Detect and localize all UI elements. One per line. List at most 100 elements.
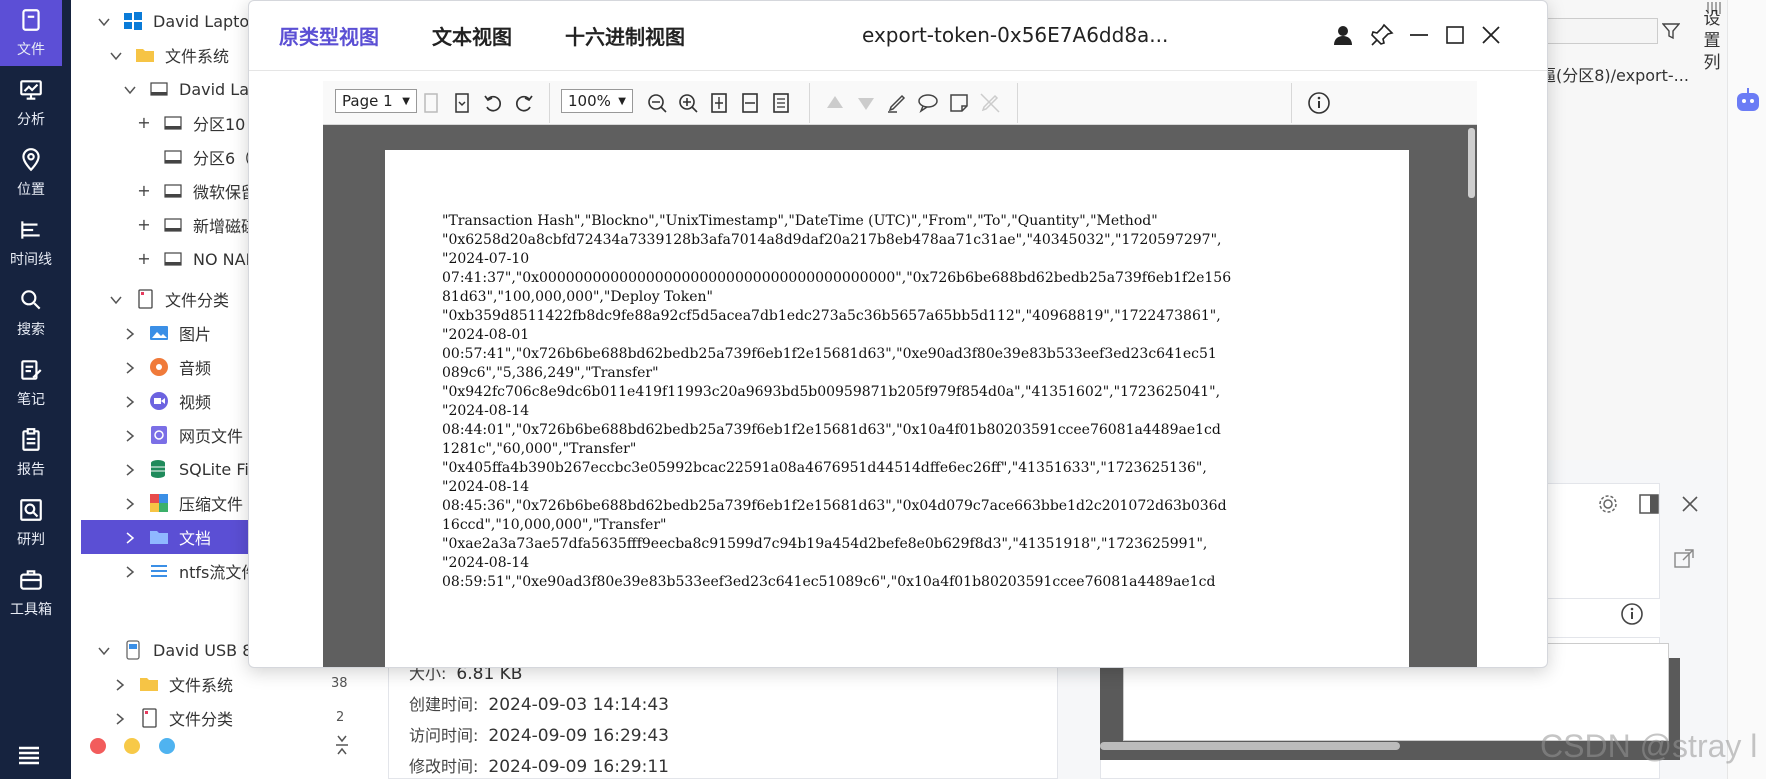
gear-icon[interactable] xyxy=(1597,493,1619,515)
chevron-right-icon[interactable] xyxy=(123,428,137,442)
zoom-select-value: 100% xyxy=(568,92,611,110)
chevron-right-icon[interactable] xyxy=(123,394,137,408)
chevron-right-icon[interactable] xyxy=(123,530,137,544)
filter-icon[interactable] xyxy=(1662,22,1680,40)
rail-label: 笔记 xyxy=(17,392,45,408)
disk-icon xyxy=(163,113,183,133)
preview-hscroll[interactable] xyxy=(1100,742,1400,750)
file-path-cell[interactable]: 逼(分区8)/export-... xyxy=(1540,62,1689,86)
zoom-in-icon[interactable] xyxy=(676,91,700,115)
toolbar-divider xyxy=(1291,83,1292,123)
assistant-icon[interactable] xyxy=(1733,86,1763,116)
comment-icon[interactable] xyxy=(916,91,940,115)
node-count: 38 xyxy=(331,676,348,691)
rail-label: 工具箱 xyxy=(10,602,52,618)
chevron-right-icon[interactable] xyxy=(123,360,137,374)
expand-plus-icon[interactable]: + xyxy=(137,183,151,199)
fit-width-icon[interactable] xyxy=(738,91,762,115)
modal-title: export-token-0x56E7A6dd8a... xyxy=(862,23,1169,47)
chevron-right-icon[interactable] xyxy=(123,496,137,510)
video-icon xyxy=(149,391,169,411)
rail-item-toolbox[interactable]: 工具箱 xyxy=(0,560,62,626)
rail-item-search[interactable]: 搜索 xyxy=(0,280,62,346)
prop-accessed: 访问时间: 2024-09-09 16:29:43 xyxy=(409,722,669,746)
tab-original-view[interactable]: 原类型视图 xyxy=(279,21,379,50)
sticky-note-icon[interactable] xyxy=(947,91,971,115)
prop-created: 创建时间: 2024-09-03 14:14:43 xyxy=(409,691,669,715)
prev-annotation-icon[interactable] xyxy=(823,91,847,115)
column-filter-input[interactable] xyxy=(1540,18,1658,44)
info-icon[interactable] xyxy=(1620,602,1644,626)
tree-node-usb-category[interactable]: 文件分类 xyxy=(113,701,391,735)
tab-hex-view[interactable]: 十六进制视图 xyxy=(565,21,685,50)
external-link-icon[interactable] xyxy=(1673,548,1695,570)
rail-item-judge[interactable]: 研判 xyxy=(0,490,62,556)
tree-node-label: David USB 8 xyxy=(153,640,253,660)
stream-icon xyxy=(149,561,169,581)
viewer-vscroll-thumb[interactable] xyxy=(1468,128,1475,198)
disk-icon xyxy=(163,215,183,235)
collapse-icon[interactable] xyxy=(334,733,350,757)
chevron-right-icon[interactable] xyxy=(123,326,137,340)
clear-annotation-icon[interactable] xyxy=(978,91,1002,115)
split-view-icon[interactable] xyxy=(1638,493,1660,515)
usb-icon xyxy=(123,640,143,660)
open-file-icon[interactable] xyxy=(419,91,443,115)
tab-text-view[interactable]: 文本视图 xyxy=(432,21,512,50)
settings-column-button[interactable]: 设置列 xyxy=(1697,8,1727,74)
analysis-icon xyxy=(20,80,42,100)
close-icon[interactable] xyxy=(1681,495,1699,513)
minimize-icon[interactable] xyxy=(1405,21,1433,49)
rail-item-location[interactable]: 位置 xyxy=(0,140,62,206)
view-tabs: 原类型视图 文本视图 十六进制视图 export-token-0x56E7A6d… xyxy=(249,1,1547,71)
fit-page-icon[interactable] xyxy=(707,91,731,115)
chevron-down-icon[interactable] xyxy=(109,48,123,62)
zoom-select[interactable]: 100% ▼ xyxy=(561,89,633,113)
chevron-right-icon[interactable] xyxy=(113,677,127,691)
maximize-icon[interactable] xyxy=(1441,21,1469,49)
menu-icon[interactable] xyxy=(17,743,41,767)
rail-item-analysis[interactable]: 分析 xyxy=(0,70,62,136)
disk-icon xyxy=(149,79,169,99)
chevron-right-icon[interactable] xyxy=(123,564,137,578)
document-line: 00:57:41","0x726b6be688bd62bedb25a739f6e… xyxy=(442,346,1217,362)
nav-rail: 文件 分析 位置 时间线 搜索 笔记 报告 研判 工具箱 xyxy=(0,0,71,779)
rail-item-notes[interactable]: 笔记 xyxy=(0,350,62,416)
report-icon xyxy=(22,428,40,451)
status-dot-yellow[interactable] xyxy=(124,738,140,754)
audio-icon xyxy=(149,357,169,377)
rail-item-timeline[interactable]: 时间线 xyxy=(0,210,62,276)
next-annotation-icon[interactable] xyxy=(854,91,878,115)
chevron-down-icon[interactable] xyxy=(97,14,111,28)
download-icon[interactable] xyxy=(450,91,474,115)
expand-plus-icon[interactable]: + xyxy=(137,115,151,131)
pin-icon[interactable] xyxy=(1368,21,1396,49)
rail-item-file[interactable]: 文件 xyxy=(0,0,62,66)
chevron-right-icon[interactable] xyxy=(113,711,127,725)
rotate-right-icon[interactable] xyxy=(512,91,536,115)
expand-plus-icon[interactable]: + xyxy=(137,217,151,233)
watermark: CSDN @stray l xyxy=(1540,728,1758,764)
chevron-down-icon[interactable] xyxy=(97,643,111,657)
rail-item-report[interactable]: 报告 xyxy=(0,420,62,486)
rotate-left-icon[interactable] xyxy=(481,91,505,115)
node-count: 2 xyxy=(336,710,345,725)
info-icon[interactable] xyxy=(1307,91,1331,115)
status-dot-red[interactable] xyxy=(90,738,106,754)
user-icon[interactable] xyxy=(1329,21,1357,49)
chevron-down-icon[interactable] xyxy=(123,82,137,96)
tree-node-usb-filesystem[interactable]: 文件系统 xyxy=(113,667,391,701)
chevron-right-icon[interactable] xyxy=(123,462,137,476)
category-icon xyxy=(139,708,159,728)
document-line: "0x405ffa4b390b267eccbc3e05992bcac22591a… xyxy=(442,460,1207,476)
single-page-icon[interactable] xyxy=(769,91,793,115)
chevron-down-icon[interactable] xyxy=(109,292,123,306)
document-icon xyxy=(149,527,169,547)
highlight-icon[interactable] xyxy=(885,91,909,115)
status-dot-blue[interactable] xyxy=(159,738,175,754)
zoom-out-icon[interactable] xyxy=(645,91,669,115)
tree-node-label: ntfs流文件 xyxy=(179,563,258,582)
page-select[interactable]: Page 1 ▼ xyxy=(335,89,417,113)
expand-plus-icon[interactable]: + xyxy=(137,251,151,267)
close-icon[interactable] xyxy=(1477,21,1505,49)
